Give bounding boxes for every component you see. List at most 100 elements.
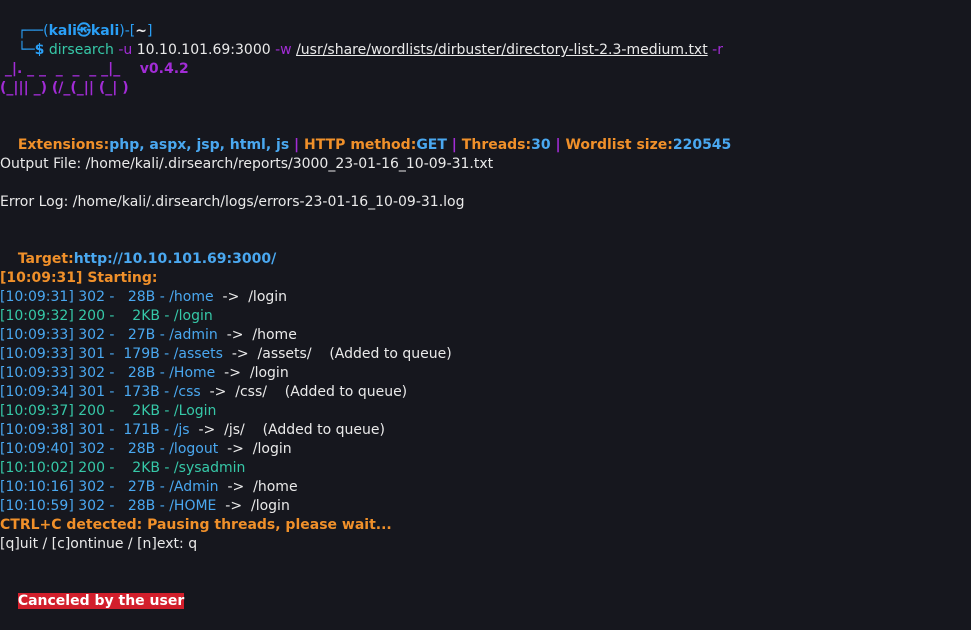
config-sep-2: | <box>446 137 462 153</box>
result-path: - /logout <box>155 441 219 457</box>
banner-line-1: _|. _ _ _ _ _ _|_ v0.4.2 <box>0 61 189 77</box>
result-time: [10:09:33] <box>0 365 74 381</box>
result-time: [10:09:33] <box>0 327 74 343</box>
result-time: [10:09:37] <box>0 403 74 419</box>
result-redirect: -> /css/ <box>200 384 267 400</box>
result-note: (Added to queue) <box>311 346 452 362</box>
result-size: 173B <box>118 384 160 400</box>
result-status: 301 - <box>73 422 119 438</box>
result-row: [10:09:38] 301 - 171B - /js -> /js/ (Add… <box>0 421 385 440</box>
result-note: (Added to queue) <box>267 384 408 400</box>
pause-prompt: [q]uit / [c]ontinue / [n]ext: q <box>0 536 198 552</box>
result-row: [10:09:40] 302 - 28B - /logout -> /login <box>0 440 292 459</box>
threads-value: 30 <box>531 137 551 153</box>
prompt-corner-bottom: └─ <box>17 42 35 58</box>
result-status: 200 - <box>73 403 119 419</box>
result-row: [10:09:31] 302 - 28B - /home -> /login <box>0 288 287 307</box>
result-row: [10:10:02] 200 - 2KB - /sysadmin <box>0 459 245 478</box>
result-redirect: -> /login <box>218 441 292 457</box>
result-size: 28B <box>118 365 156 381</box>
result-redirect: -> /assets/ <box>222 346 312 362</box>
result-row: [10:10:59] 302 - 28B - /HOME -> /login <box>0 497 290 516</box>
result-status: 302 - <box>73 441 119 457</box>
result-size: 28B <box>118 289 156 305</box>
method-label: HTTP method: <box>304 137 417 153</box>
canceled-line: Canceled by the user <box>0 573 185 630</box>
result-status: 302 - <box>73 479 119 495</box>
result-status: 302 - <box>73 327 119 343</box>
ctrl-c-message: CTRL+C detected: Pausing threads, please… <box>0 517 392 533</box>
result-size: 28B <box>118 441 156 457</box>
result-status: 200 - <box>73 308 119 324</box>
flag-w: -w <box>275 42 292 58</box>
result-time: [10:10:02] <box>0 460 74 476</box>
wordlist-size-value: 220545 <box>672 137 732 153</box>
result-size: 28B <box>118 498 156 514</box>
flag-r: -r <box>712 42 723 58</box>
wordlist-arg: /usr/share/wordlists/dirbuster/directory… <box>296 42 708 58</box>
result-time: [10:09:33] <box>0 346 74 362</box>
wordlist-size-label: Wordlist size: <box>565 137 673 153</box>
result-row: [10:09:34] 301 - 173B - /css -> /css/ (A… <box>0 383 407 402</box>
output-file: Output File: /home/kali/.dirsearch/repor… <box>0 156 494 172</box>
result-status: 302 - <box>73 365 119 381</box>
result-row: [10:09:32] 200 - 2KB - /login <box>0 307 213 326</box>
flag-u: -u <box>118 42 133 58</box>
result-redirect: -> /login <box>216 498 290 514</box>
result-size: 2KB <box>118 308 160 324</box>
result-row: [10:09:33] 302 - 27B - /admin -> /home <box>0 326 297 345</box>
result-time: [10:09:38] <box>0 422 74 438</box>
config-sep-1: | <box>289 137 305 153</box>
result-status: 301 - <box>73 384 119 400</box>
canceled-message: Canceled by the user <box>17 593 185 609</box>
result-status: 200 - <box>73 460 119 476</box>
result-size: 2KB <box>118 403 160 419</box>
target-label: Target: <box>17 251 74 267</box>
result-redirect: -> /home <box>217 327 297 343</box>
result-path: - /js <box>159 422 190 438</box>
method-value: GET <box>416 137 447 153</box>
result-status: 302 - <box>73 498 119 514</box>
result-row: [10:09:33] 302 - 28B - /Home -> /login <box>0 364 289 383</box>
target-value: http://10.10.101.69:3000/ <box>73 251 277 267</box>
error-log: Error Log: /home/kali/.dirsearch/logs/er… <box>0 194 465 210</box>
result-path: - /Admin <box>155 479 219 495</box>
result-size: 27B <box>118 479 156 495</box>
result-path: - /sysadmin <box>159 460 246 476</box>
result-path: - /admin <box>155 327 218 343</box>
result-path: - /home <box>155 289 214 305</box>
threads-label: Threads: <box>461 137 532 153</box>
result-path: - /login <box>159 308 213 324</box>
result-redirect: -> /home <box>218 479 298 495</box>
result-status: 302 - <box>73 289 119 305</box>
result-time: [10:10:59] <box>0 498 74 514</box>
config-sep-3: | <box>550 137 566 153</box>
result-path: - /HOME <box>155 498 217 514</box>
result-row: [10:10:16] 302 - 27B - /Admin -> /home <box>0 478 298 497</box>
extensions-value: php, aspx, jsp, html, js <box>109 137 290 153</box>
command-name: dirsearch <box>48 42 114 58</box>
result-time: [10:09:32] <box>0 308 74 324</box>
result-note: (Added to queue) <box>244 422 385 438</box>
banner-line-2: (_||| _) (/_(_|| (_| ) <box>0 80 129 96</box>
result-time: [10:09:34] <box>0 384 74 400</box>
result-redirect: -> /login <box>215 365 289 381</box>
result-redirect: -> /login <box>213 289 288 305</box>
target-arg: 10.10.101.69:3000 <box>136 42 271 58</box>
result-path: - /css <box>159 384 201 400</box>
result-redirect: -> /js/ <box>189 422 245 438</box>
result-status: 301 - <box>73 346 119 362</box>
result-size: 27B <box>118 327 156 343</box>
result-path: - /assets <box>159 346 223 362</box>
result-size: 179B <box>118 346 160 362</box>
result-row: [10:09:37] 200 - 2KB - /Login <box>0 402 216 421</box>
result-row: [10:09:33] 301 - 179B - /assets -> /asse… <box>0 345 452 364</box>
prompt-dollar: $ <box>34 42 45 58</box>
result-path: - /Login <box>159 403 217 419</box>
result-time: [10:10:16] <box>0 479 74 495</box>
result-size: 171B <box>118 422 160 438</box>
result-time: [10:09:31] <box>0 289 74 305</box>
result-size: 2KB <box>118 460 160 476</box>
result-path: - /Home <box>155 365 216 381</box>
extensions-label: Extensions: <box>17 137 110 153</box>
